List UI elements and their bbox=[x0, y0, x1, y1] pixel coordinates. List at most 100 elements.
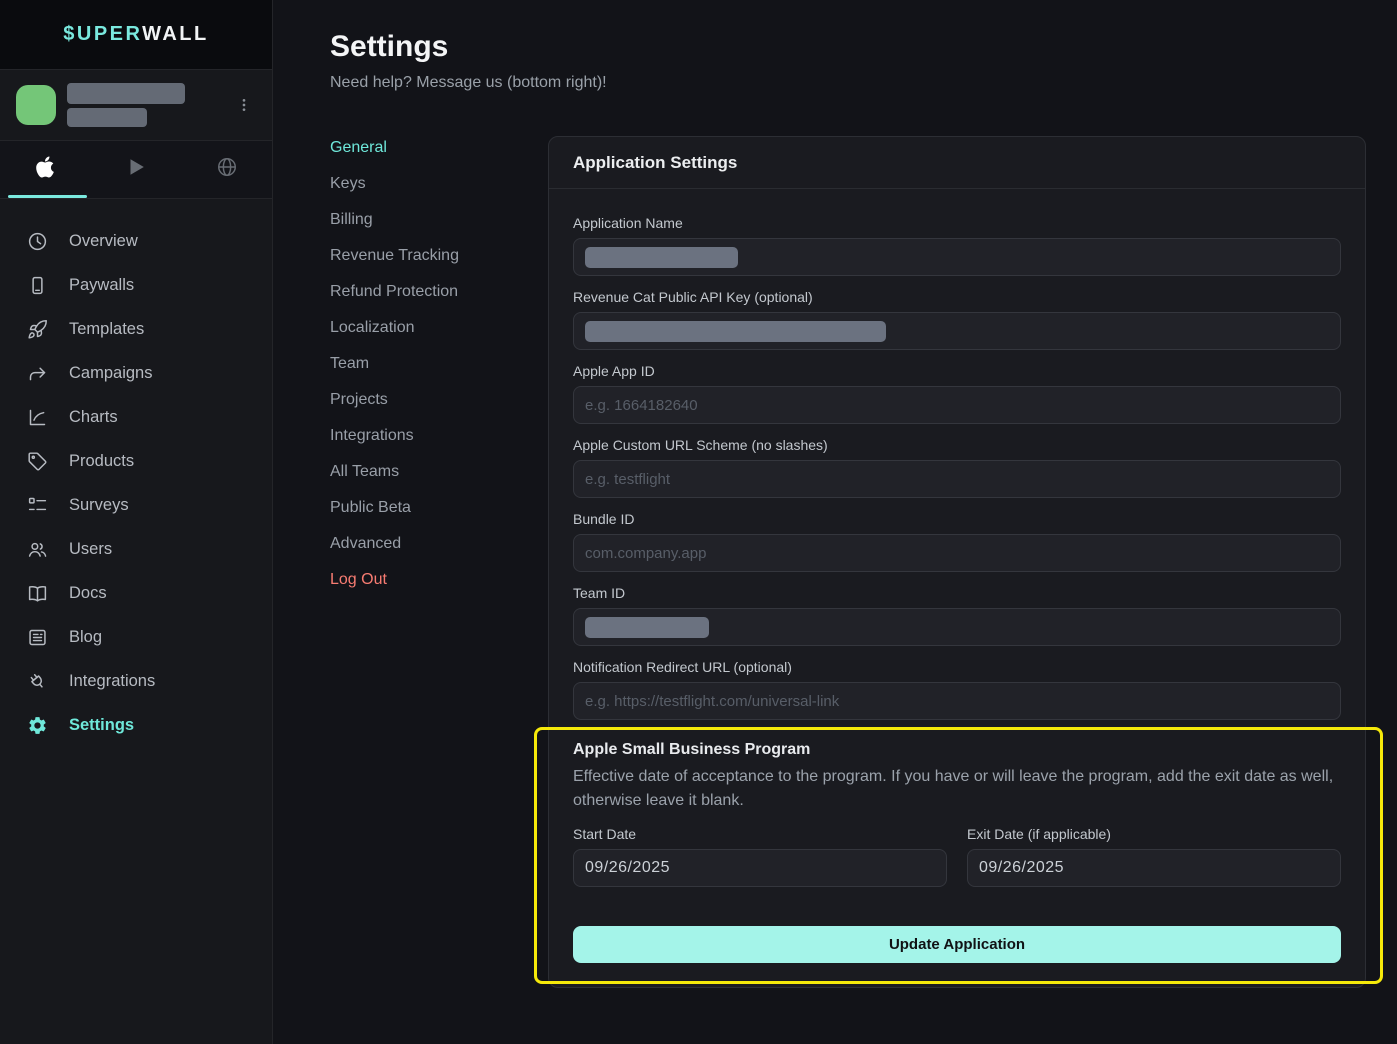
sidebar-item-overview[interactable]: Overview bbox=[0, 219, 272, 263]
sidebar-item-charts[interactable]: Charts bbox=[0, 395, 272, 439]
redacted-account-name bbox=[67, 83, 185, 104]
sidebar-item-label: Overview bbox=[69, 232, 138, 251]
team-id-input[interactable] bbox=[573, 608, 1341, 646]
field-notification-redirect-url: Notification Redirect URL (optional) bbox=[573, 659, 1341, 720]
sidebar-item-label: Templates bbox=[69, 320, 144, 339]
sidebar-item-label: Campaigns bbox=[69, 364, 152, 383]
account-row[interactable] bbox=[0, 70, 272, 141]
book-icon bbox=[27, 583, 48, 604]
redacted-value bbox=[585, 321, 886, 342]
field-apple-custom-url-scheme: Apple Custom URL Scheme (no slashes) bbox=[573, 437, 1341, 498]
application-name-input[interactable] bbox=[573, 238, 1341, 276]
field-team-id: Team ID bbox=[573, 585, 1341, 646]
sidebar-item-templates[interactable]: Templates bbox=[0, 307, 272, 351]
settings-nav-revenue-tracking[interactable]: Revenue Tracking bbox=[330, 245, 530, 281]
tag-icon bbox=[27, 451, 48, 472]
line-chart-icon bbox=[27, 407, 48, 428]
settings-nav-refund-protection[interactable]: Refund Protection bbox=[330, 281, 530, 317]
sidebar-item-label: Charts bbox=[69, 408, 118, 427]
sidebar-item-label: Users bbox=[69, 540, 112, 559]
logo-accent-text: $UPER bbox=[63, 23, 142, 45]
start-date-input[interactable] bbox=[573, 849, 947, 887]
field-label: Exit Date (if applicable) bbox=[967, 826, 1341, 843]
sidebar: $UPERWALL bbox=[0, 0, 273, 1044]
settings-nav-billing[interactable]: Billing bbox=[330, 209, 530, 245]
field-apple-app-id: Apple App ID bbox=[573, 363, 1341, 424]
field-label: Application Name bbox=[573, 215, 1341, 232]
field-label: Bundle ID bbox=[573, 511, 1341, 528]
settings-nav-keys[interactable]: Keys bbox=[330, 173, 530, 209]
avatar[interactable] bbox=[16, 85, 56, 125]
tab-apple-app[interactable] bbox=[0, 141, 91, 198]
superwall-logo[interactable]: $UPERWALL bbox=[63, 23, 208, 46]
sidebar-item-label: Settings bbox=[69, 716, 134, 735]
settings-nav-team[interactable]: Team bbox=[330, 353, 530, 389]
clock-icon bbox=[27, 231, 48, 252]
settings-nav-general[interactable]: General bbox=[330, 137, 530, 173]
application-settings-card: Application Settings Application Name Re… bbox=[548, 136, 1366, 988]
settings-page: $UPERWALL bbox=[0, 0, 1397, 1044]
sidebar-item-label: Paywalls bbox=[69, 276, 134, 295]
tab-web-app[interactable] bbox=[181, 141, 272, 198]
active-tab-indicator bbox=[8, 195, 87, 198]
logo-area: $UPERWALL bbox=[0, 0, 272, 70]
notification-redirect-url-input[interactable] bbox=[573, 682, 1341, 720]
redacted-value bbox=[585, 247, 738, 268]
sidebar-item-blog[interactable]: Blog bbox=[0, 615, 272, 659]
tab-google-play-app[interactable] bbox=[91, 141, 182, 198]
sidebar-item-label: Integrations bbox=[69, 672, 155, 691]
sidebar-item-surveys[interactable]: Surveys bbox=[0, 483, 272, 527]
page-subtitle: Need help? Message us (bottom right)! bbox=[330, 74, 607, 92]
smartphone-icon bbox=[27, 275, 48, 296]
newspaper-icon bbox=[27, 627, 48, 648]
settings-nav-public-beta[interactable]: Public Beta bbox=[330, 497, 530, 533]
settings-nav-advanced[interactable]: Advanced bbox=[330, 533, 530, 569]
page-title: Settings bbox=[330, 30, 448, 64]
redacted-value bbox=[585, 617, 709, 638]
sidebar-item-label: Surveys bbox=[69, 496, 129, 515]
apple-custom-url-scheme-input[interactable] bbox=[573, 460, 1341, 498]
sidebar-item-label: Blog bbox=[69, 628, 102, 647]
users-icon bbox=[27, 539, 48, 560]
globe-icon bbox=[216, 156, 238, 183]
logo-rest-text: WALL bbox=[142, 23, 209, 45]
field-bundle-id: Bundle ID bbox=[573, 511, 1341, 572]
field-label: Notification Redirect URL (optional) bbox=[573, 659, 1341, 676]
field-start-date: Start Date bbox=[573, 826, 947, 887]
sidebar-nav: Overview Paywalls Templates Campaigns bbox=[0, 199, 272, 747]
exit-date-input[interactable] bbox=[967, 849, 1341, 887]
settings-nav-log-out[interactable]: Log Out bbox=[330, 569, 530, 605]
section-description: Effective date of acceptance to the prog… bbox=[573, 765, 1341, 813]
revenuecat-api-key-input[interactable] bbox=[573, 312, 1341, 350]
settings-nav-integrations[interactable]: Integrations bbox=[330, 425, 530, 461]
play-icon bbox=[125, 156, 147, 183]
rocket-icon bbox=[27, 319, 48, 340]
sidebar-item-products[interactable]: Products bbox=[0, 439, 272, 483]
bundle-id-input[interactable] bbox=[573, 534, 1341, 572]
sidebar-item-settings[interactable]: Settings bbox=[0, 703, 272, 747]
settings-nav: General Keys Billing Revenue Tracking Re… bbox=[330, 137, 530, 605]
plug-icon bbox=[27, 671, 48, 692]
field-exit-date: Exit Date (if applicable) bbox=[967, 826, 1341, 887]
settings-nav-localization[interactable]: Localization bbox=[330, 317, 530, 353]
sidebar-item-paywalls[interactable]: Paywalls bbox=[0, 263, 272, 307]
kebab-menu-icon[interactable] bbox=[232, 93, 256, 117]
redacted-account-sub bbox=[67, 108, 147, 127]
sidebar-item-integrations[interactable]: Integrations bbox=[0, 659, 272, 703]
settings-nav-all-teams[interactable]: All Teams bbox=[330, 461, 530, 497]
sidebar-item-docs[interactable]: Docs bbox=[0, 571, 272, 615]
sidebar-item-label: Docs bbox=[69, 584, 107, 603]
sidebar-item-users[interactable]: Users bbox=[0, 527, 272, 571]
field-revenuecat-api-key: Revenue Cat Public API Key (optional) bbox=[573, 289, 1341, 350]
field-label: Revenue Cat Public API Key (optional) bbox=[573, 289, 1341, 306]
apple-app-id-input[interactable] bbox=[573, 386, 1341, 424]
field-application-name: Application Name bbox=[573, 215, 1341, 276]
update-application-button[interactable]: Update Application bbox=[573, 926, 1341, 963]
sidebar-item-campaigns[interactable]: Campaigns bbox=[0, 351, 272, 395]
field-label: Apple App ID bbox=[573, 363, 1341, 380]
forward-arrow-icon bbox=[27, 363, 48, 384]
apple-small-business-program-section: Apple Small Business Program Effective d… bbox=[573, 740, 1341, 963]
settings-nav-projects[interactable]: Projects bbox=[330, 389, 530, 425]
sidebar-item-label: Products bbox=[69, 452, 134, 471]
field-label: Team ID bbox=[573, 585, 1341, 602]
